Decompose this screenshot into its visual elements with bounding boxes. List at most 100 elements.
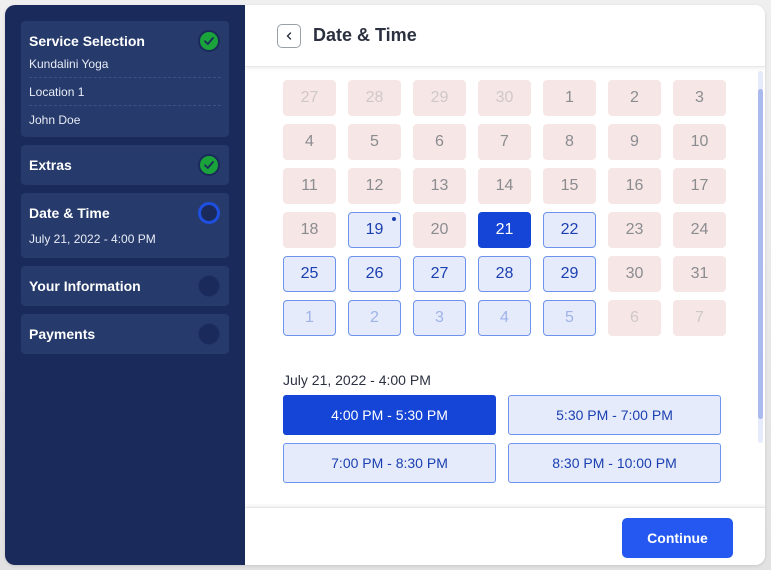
calendar-day-available[interactable]: 27 <box>413 256 466 292</box>
calendar-day-available[interactable]: 29 <box>543 256 596 292</box>
time-slot-button[interactable]: 8:30 PM - 10:00 PM <box>508 443 721 483</box>
page-title: Date & Time <box>313 25 417 45</box>
day-number: 28 <box>365 89 384 106</box>
calendar-day-available[interactable]: 5 <box>543 300 596 336</box>
calendar-week-row: 11 12 13 14 15 16 17 <box>283 168 738 204</box>
page-header: Date & Time <box>245 5 765 67</box>
day-number: 13 <box>430 177 449 194</box>
calendar-week-row: 25 26 27 28 29 30 31 <box>283 256 738 292</box>
day-number: 6 <box>630 309 639 326</box>
day-number: 4 <box>500 309 509 326</box>
day-number: 14 <box>495 177 514 194</box>
calendar-day-unavailable: 20 <box>413 212 466 248</box>
day-number: 8 <box>565 133 574 150</box>
calendar-day-unavailable: 18 <box>283 212 336 248</box>
calendar-day-available[interactable]: 26 <box>348 256 401 292</box>
day-number: 4 <box>305 133 314 150</box>
step-payments[interactable]: Payments <box>21 314 229 354</box>
time-slot-button[interactable]: 4:00 PM - 5:30 PM <box>283 395 496 435</box>
step-service-selection[interactable]: Service Selection Kundalini Yoga Locatio… <box>21 21 229 137</box>
calendar-day-available[interactable]: 4 <box>478 300 531 336</box>
time-slot-button[interactable]: 5:30 PM - 7:00 PM <box>508 395 721 435</box>
calendar-day-available[interactable]: 28 <box>478 256 531 292</box>
day-number: 1 <box>305 309 314 326</box>
calendar-day-unavailable: 12 <box>348 168 401 204</box>
calendar-day-unavailable: 7 <box>478 124 531 160</box>
day-number: 5 <box>370 133 379 150</box>
day-number: 3 <box>695 89 704 106</box>
back-button[interactable] <box>277 23 301 48</box>
day-number: 20 <box>430 221 449 238</box>
calendar-day-unavailable: 2 <box>608 80 661 116</box>
calendar-day-available[interactable]: 1 <box>283 300 336 336</box>
main-panel: Date & Time 27 28 29 30 1 2 3 4 5 6 7 8 9 10 11 12 13 14 1… <box>245 5 765 565</box>
day-number: 25 <box>300 265 319 282</box>
calendar-day-available[interactable]: 25 <box>283 256 336 292</box>
step-date-time[interactable]: Date & Time July 21, 2022 - 4:00 PM <box>21 193 229 258</box>
footer: Continue <box>245 507 765 565</box>
today-indicator-dot <box>392 217 396 221</box>
calendar-week-row: 1 2 3 4 5 6 7 <box>283 300 738 336</box>
day-number: 29 <box>560 265 579 282</box>
day-number: 21 <box>495 221 514 238</box>
calendar-day-available[interactable]: 22 <box>543 212 596 248</box>
calendar-day-unavailable: 16 <box>608 168 661 204</box>
calendar-day-unavailable: 1 <box>543 80 596 116</box>
calendar-day-unavailable: 17 <box>673 168 726 204</box>
day-number: 22 <box>560 221 579 238</box>
booking-wizard: Service Selection Kundalini Yoga Locatio… <box>5 5 765 565</box>
chevron-left-icon <box>286 31 292 40</box>
calendar-day-unavailable: 28 <box>348 80 401 116</box>
scrollbar-thumb[interactable] <box>758 89 763 419</box>
step-extras[interactable]: Extras <box>21 145 229 185</box>
calendar-day-unavailable: 8 <box>543 124 596 160</box>
calendar-day-unavailable: 13 <box>413 168 466 204</box>
calendar-week-row: 4 5 6 7 8 9 10 <box>283 124 738 160</box>
calendar-day-available[interactable]: 19 <box>348 212 401 248</box>
calendar-day-unavailable: 5 <box>348 124 401 160</box>
calendar-day-unavailable: 11 <box>283 168 336 204</box>
calendar-day-unavailable: 7 <box>673 300 726 336</box>
calendar-day-unavailable: 3 <box>673 80 726 116</box>
check-circle-icon <box>198 154 220 176</box>
day-number: 24 <box>690 221 709 238</box>
step-title: Service Selection <box>29 33 145 49</box>
time-slots: 4:00 PM - 5:30 PM 5:30 PM - 7:00 PM 7:00 P… <box>283 395 721 483</box>
day-number: 3 <box>435 309 444 326</box>
day-number: 2 <box>630 89 639 106</box>
step-detail-location: Location 1 <box>29 78 221 106</box>
steps-sidebar: Service Selection Kundalini Yoga Locatio… <box>5 5 245 565</box>
continue-button[interactable]: Continue <box>622 518 733 558</box>
step-title: Payments <box>29 326 96 342</box>
day-number: 16 <box>625 177 644 194</box>
pending-step-circle-icon <box>198 275 220 297</box>
calendar-day-available[interactable]: 2 <box>348 300 401 336</box>
day-number: 9 <box>630 133 639 150</box>
day-number: 26 <box>365 265 384 282</box>
scroll-content: 27 28 29 30 1 2 3 4 5 6 7 8 9 10 11 12 13 14 15 16 17 18 19 20 2… <box>245 67 765 507</box>
calendar-day-unavailable: 29 <box>413 80 466 116</box>
day-number: 7 <box>695 309 704 326</box>
calendar-week-row: 27 28 29 30 1 2 3 <box>283 80 738 116</box>
calendar-day-unavailable: 6 <box>608 300 661 336</box>
day-number: 29 <box>430 89 449 106</box>
day-number: 15 <box>560 177 579 194</box>
day-number: 30 <box>625 265 644 282</box>
time-slot-button[interactable]: 7:00 PM - 8:30 PM <box>283 443 496 483</box>
calendar-day-unavailable: 4 <box>283 124 336 160</box>
day-number: 23 <box>625 221 644 238</box>
day-number: 30 <box>495 89 514 106</box>
step-your-information[interactable]: Your Information <box>21 266 229 306</box>
step-detail-datetime: July 21, 2022 - 4:00 PM <box>29 232 156 246</box>
calendar-day-available[interactable]: 3 <box>413 300 466 336</box>
calendar-day-unavailable: 31 <box>673 256 726 292</box>
day-number: 5 <box>565 309 574 326</box>
day-number: 7 <box>500 133 509 150</box>
calendar-day-selected[interactable]: 21 <box>478 212 531 248</box>
step-title: Extras <box>29 157 72 173</box>
scrollbar[interactable] <box>758 71 763 443</box>
day-number: 27 <box>300 89 319 106</box>
calendar-grid: 27 28 29 30 1 2 3 4 5 6 7 8 9 10 11 12 13 14 15 16 17 18 19 20 2… <box>283 80 738 344</box>
day-number: 28 <box>495 265 514 282</box>
step-title: Your Information <box>29 278 141 294</box>
